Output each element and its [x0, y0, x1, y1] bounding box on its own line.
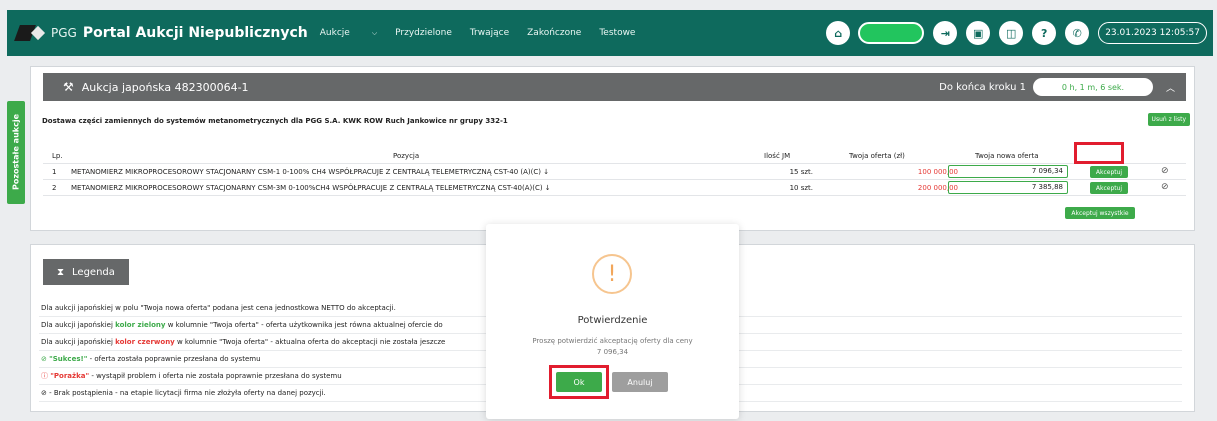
items-table: Lp. Pozycja Ilość JM Twoja oferta (zł) T… [43, 148, 1186, 196]
main-nav: Aukcje ⌵ Przydzielone Trwające Zakończone… [320, 28, 654, 38]
legend-success-text: "Sukces!" [49, 355, 88, 363]
col-pozycja: Pozycja [393, 152, 420, 160]
row-lp: 1 [52, 168, 57, 176]
col-lp: Lp. [52, 152, 63, 160]
accept-button[interactable]: Akceptuj [1090, 182, 1128, 194]
legend-text: w kolumnie "Twoja oferta" - oferta użytk… [165, 321, 443, 329]
cancel-button[interactable]: Anuluj [612, 372, 668, 392]
phone-icon[interactable]: ✆ [1065, 21, 1090, 45]
no-bid-icon[interactable]: ⊘ [1161, 166, 1169, 176]
legend-text: - oferta została poprawnie przesłana do … [87, 355, 261, 363]
exit-icon[interactable]: ⇥ [933, 21, 958, 45]
legend-failure-text: "Porażka" [50, 372, 90, 380]
nav-testowe[interactable]: Testowe [599, 28, 635, 38]
datetime-display: 23.01.2023 12:05:57 [1098, 22, 1207, 44]
help-icon[interactable]: ? [1032, 21, 1057, 45]
success-icon: ⊘ [41, 355, 47, 363]
top-navbar: PGG Portal Aukcji Niepublicznych Aukcje ⌵… [7, 10, 1213, 56]
new-offer-field[interactable]: 7 096,34 [948, 165, 1068, 178]
book-icon[interactable]: ◫ [999, 21, 1024, 45]
legend-text: w kolumnie "Twoja oferta" - aktualna ofe… [174, 338, 446, 346]
chevron-down-icon: ⌵ [371, 29, 378, 37]
highlight-box [1074, 142, 1124, 164]
countdown-timer: 0 h, 1 m, 6 sek. [1033, 78, 1153, 96]
gavel-icon: ⚒ [63, 80, 74, 94]
auction-title: Aukcja japońska 482300064-1 [81, 80, 249, 94]
nav-aukcje[interactable]: Aukcje ⌵ [320, 28, 377, 38]
table-header: Lp. Pozycja Ilość JM Twoja oferta (zł) T… [43, 148, 1186, 164]
legend-text: - wystąpił problem i oferta nie została … [89, 372, 342, 380]
auction-header: ⚒ Aukcja japońska 482300064-1 Do końca k… [43, 73, 1186, 101]
no-bid-icon[interactable]: ⊘ [1161, 182, 1169, 192]
auction-subject: Dostawa części zamiennych do systemów me… [42, 117, 508, 125]
dialog-price: 7 096,34 [596, 348, 629, 356]
remove-from-list-button[interactable]: Usuń z listy [1147, 113, 1190, 126]
auction-panel: ⚒ Aukcja japońska 482300064-1 Do końca k… [30, 66, 1195, 231]
legend-header: ⧗ Legenda [43, 259, 129, 285]
brand-title[interactable]: Portal Aukcji Niepublicznych [83, 25, 308, 41]
row-qty: 10 szt. [789, 184, 813, 192]
dialog-message: Proszę potwierdzić akceptację oferty dla… [532, 337, 693, 345]
accept-all-button[interactable]: Akceptuj wszystkie [1065, 207, 1135, 219]
legend-text: Dla aukcji japońskiej [41, 321, 116, 329]
accept-button[interactable]: Akceptuj [1090, 166, 1128, 178]
save-icon[interactable]: ▣ [966, 21, 991, 45]
legend-text: - Brak postąpienia - na etapie licytacji… [46, 389, 326, 397]
nav-zakonczone[interactable]: Zakończone [527, 28, 581, 38]
home-icon[interactable]: ⌂ [826, 21, 851, 45]
status-pill[interactable] [858, 22, 925, 44]
col-nowa-oferta: Twoja nowa oferta [975, 152, 1039, 160]
nav-trwajace[interactable]: Trwające [470, 28, 509, 38]
table-row: 1 METANOMIERZ MIKROPROCESOROWY STACJONAR… [43, 164, 1186, 180]
legend-text: Dla aukcji japońskiej [41, 338, 116, 346]
dialog-title: Potwierdzenie [577, 315, 648, 326]
legend-title: Legenda [72, 266, 115, 278]
failure-icon: ⓘ [41, 372, 48, 380]
confirmation-dialog: ! Potwierdzenie Proszę potwierdzić akcep… [486, 224, 739, 419]
row-item: METANOMIERZ MIKROPROCESOROWY STACJONARNY… [71, 168, 550, 176]
row-lp: 2 [52, 184, 57, 192]
new-offer-field[interactable]: 7 385,88 [948, 181, 1068, 194]
nav-przydzielone[interactable]: Przydzielone [395, 28, 452, 38]
brand-prefix: PGG [51, 26, 77, 40]
warning-icon: ! [592, 254, 632, 294]
side-tab-other-auctions[interactable]: Pozostałe aukcje [7, 101, 25, 204]
legend-red-text: kolor czerwony [115, 338, 175, 346]
highlight-box [549, 365, 609, 399]
row-item: METANOMIERZ MIKROPROCESOROWY STACJONARNY… [71, 184, 551, 192]
row-qty: 15 szt. [789, 168, 813, 176]
nav-aukcje-label: Aukcje [319, 28, 350, 38]
col-twoja-oferta: Twoja oferta (zł) [849, 152, 905, 160]
legend-green-text: kolor zielony [115, 321, 166, 329]
step-label: Do końca kroku 1 [939, 81, 1026, 93]
table-row: 2 METANOMIERZ MIKROPROCESOROWY STACJONAR… [43, 180, 1186, 196]
chevron-up-icon[interactable]: ︿ [1166, 81, 1175, 94]
pgg-logo [14, 21, 46, 45]
hourglass-icon: ⧗ [57, 266, 65, 278]
col-ilosc: Ilość JM [764, 152, 791, 160]
